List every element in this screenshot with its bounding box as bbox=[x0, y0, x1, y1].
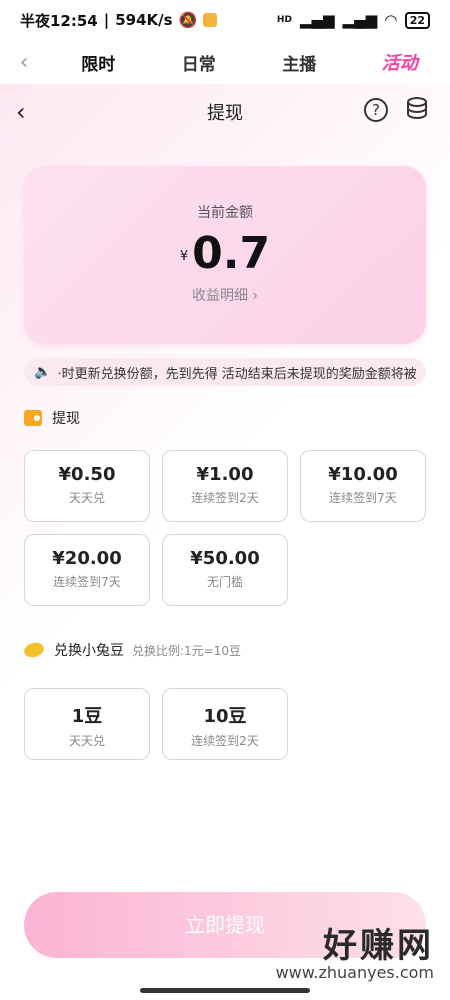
withdraw-option-20-00[interactable]: ¥20.00 连续签到7天 bbox=[24, 534, 150, 606]
page-title: 提现 bbox=[207, 103, 243, 124]
option-condition: 连续签到7天 bbox=[329, 491, 397, 505]
status-time: 半夜12:54 bbox=[20, 11, 98, 30]
balance-value: 0.7 bbox=[192, 228, 271, 279]
exchange-option-1-bean[interactable]: 1豆 天天兑 bbox=[24, 688, 150, 760]
option-value: 1豆 bbox=[71, 706, 103, 727]
site-watermark: 好赚网 www.zhuanyes.com bbox=[276, 918, 434, 982]
watermark-url: www.zhuanyes.com bbox=[275, 963, 434, 982]
option-value: ¥10.00 bbox=[328, 464, 398, 485]
cellular-signal-icon-2: ▂▄▆ bbox=[342, 11, 378, 29]
currency-symbol: ¥ bbox=[179, 248, 189, 264]
option-condition: 天天兑 bbox=[68, 734, 105, 748]
tab-limited[interactable]: 限时 bbox=[48, 50, 149, 89]
watermark-logo-text: 好赚网 bbox=[323, 926, 434, 966]
option-condition: 天天兑 bbox=[68, 491, 105, 505]
option-value: ¥1.00 bbox=[196, 464, 254, 485]
back-arrow-icon[interactable]: ‹ bbox=[16, 98, 26, 126]
tab-event[interactable]: 活动 bbox=[350, 49, 450, 75]
speaker-icon: 🔈 bbox=[34, 364, 52, 380]
option-condition: 连续签到7天 bbox=[53, 575, 121, 589]
status-bar: 半夜12:54 | 594K/s 🔕 HD ▂▄▆ ▂▄▆ ◠ 22 bbox=[0, 0, 450, 40]
notice-text: ·时更新兑换份额，先到先得 活动结束后未提现的奖励金额将被 bbox=[57, 366, 417, 382]
withdraw-option-10-00[interactable]: ¥10.00 连续签到7天 bbox=[300, 450, 426, 522]
earnings-detail-link[interactable]: 收益明细 › bbox=[24, 285, 426, 305]
battery-icon: 22 bbox=[404, 11, 430, 29]
balance-card: 当前金额 ¥0.7 收益明细 › bbox=[24, 166, 426, 344]
option-value: ¥20.00 bbox=[52, 548, 122, 569]
status-divider: | bbox=[103, 11, 110, 29]
tab-streamer[interactable]: 主播 bbox=[249, 50, 350, 75]
exchange-option-10-beans[interactable]: 10豆 连续签到2天 bbox=[162, 688, 288, 760]
wallet-icon bbox=[24, 410, 42, 426]
help-icon[interactable]: ? bbox=[364, 98, 388, 122]
exchange-section-title: 兑换小兔豆 兑换比例:1元=10豆 bbox=[22, 640, 242, 660]
withdraw-page: ‹ 提现 ? 当前金额 ¥0.7 收益明细 › 🔈 ·时更新兑换份额，先到先得 … bbox=[0, 84, 450, 1000]
balance-label: 当前金额 bbox=[197, 205, 253, 221]
tab-back-icon[interactable]: ‹ bbox=[0, 50, 48, 75]
cellular-signal-icon: ▂▄▆ bbox=[299, 11, 335, 29]
exchange-ratio-hint: 兑换比例:1元=10豆 bbox=[132, 643, 242, 658]
withdraw-option-0-50[interactable]: ¥0.50 天天兑 bbox=[24, 450, 150, 522]
option-value: ¥0.50 bbox=[58, 464, 116, 485]
withdraw-section-title: 提现 bbox=[24, 408, 80, 428]
option-condition: 连续签到2天 bbox=[191, 734, 259, 748]
withdraw-option-1-00[interactable]: ¥1.00 连续签到2天 bbox=[162, 450, 288, 522]
mute-icon: 🔕 bbox=[178, 11, 198, 29]
balance-amount: ¥0.7 bbox=[24, 228, 426, 279]
notice-bar: 🔈 ·时更新兑换份额，先到先得 活动结束后未提现的奖励金额将被 bbox=[24, 358, 426, 386]
option-condition: 无门槛 bbox=[206, 575, 243, 589]
tab-daily[interactable]: 日常 bbox=[149, 50, 250, 75]
home-indicator[interactable] bbox=[140, 988, 310, 993]
app-notification-icon bbox=[203, 13, 218, 27]
page-header: ‹ 提现 ? bbox=[0, 84, 450, 140]
top-tab-bar: ‹ 限时 日常 主播 活动 bbox=[0, 40, 450, 89]
coins-icon[interactable] bbox=[404, 96, 430, 126]
exchange-section-label: 兑换小兔豆 bbox=[54, 643, 124, 659]
bean-icon bbox=[22, 640, 46, 660]
option-value: 10豆 bbox=[203, 706, 247, 727]
withdraw-section-label: 提现 bbox=[52, 411, 80, 427]
option-value: ¥50.00 bbox=[190, 548, 260, 569]
status-speed: 594K/s bbox=[115, 11, 173, 29]
wifi-icon: ◠ bbox=[385, 11, 397, 29]
withdraw-option-50-00[interactable]: ¥50.00 无门槛 bbox=[162, 534, 288, 606]
signal-hd-label: HD bbox=[276, 15, 292, 25]
option-condition: 连续签到2天 bbox=[191, 491, 259, 505]
